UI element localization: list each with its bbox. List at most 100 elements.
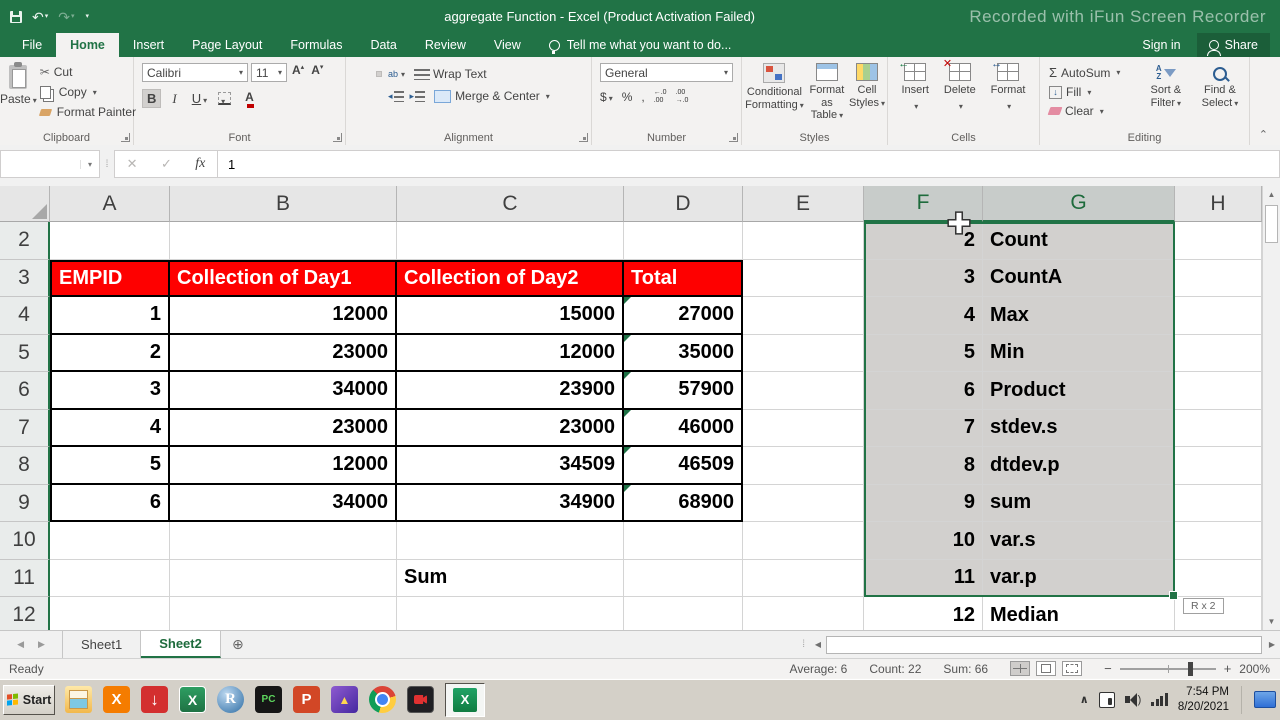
- cell-C4[interactable]: 15000: [397, 297, 624, 335]
- cell-G4[interactable]: Max: [983, 297, 1175, 335]
- cell-F8[interactable]: 8: [864, 447, 983, 485]
- row-header-10[interactable]: 10: [0, 522, 50, 560]
- number-format-combo[interactable]: General ▾: [600, 63, 733, 82]
- undo-icon[interactable]: ↶ ▾: [32, 10, 48, 24]
- column-header-D[interactable]: D: [624, 186, 743, 222]
- start-button[interactable]: Start: [3, 684, 55, 715]
- sheet-tab-sheet1[interactable]: Sheet1: [63, 631, 142, 658]
- grow-font-button[interactable]: A ▴: [290, 63, 306, 82]
- photo-app-icon[interactable]: ▲: [331, 686, 358, 713]
- cell-C2[interactable]: [397, 222, 624, 260]
- cell-E10[interactable]: [743, 522, 864, 560]
- column-header-H[interactable]: H: [1175, 186, 1262, 222]
- cell-F5[interactable]: 5: [864, 334, 983, 372]
- normal-view-button[interactable]: [1010, 661, 1031, 676]
- cell-G9[interactable]: sum: [983, 484, 1175, 522]
- cell-G7[interactable]: stdev.s: [983, 409, 1175, 447]
- cell-E8[interactable]: [743, 447, 864, 485]
- tab-review[interactable]: Review: [411, 33, 480, 57]
- cell-A11[interactable]: [50, 559, 170, 597]
- row-header-5[interactable]: 5: [0, 334, 50, 372]
- cell-F2[interactable]: 2: [864, 222, 983, 260]
- cell-A4[interactable]: 1: [50, 297, 170, 335]
- cell-B6[interactable]: 34000: [170, 372, 397, 410]
- cell-B9[interactable]: 34000: [170, 484, 397, 522]
- cell-F10[interactable]: 10: [864, 522, 983, 560]
- align-top-button[interactable]: [352, 71, 358, 77]
- hscroll-right-icon[interactable]: ▶: [1264, 640, 1280, 649]
- zoom-out-icon[interactable]: −: [1104, 661, 1112, 676]
- page-layout-view-button[interactable]: [1036, 661, 1057, 676]
- cell-C9[interactable]: 34900: [397, 484, 624, 522]
- customize-qat-icon[interactable]: ▾: [85, 13, 90, 20]
- column-header-G[interactable]: G: [983, 186, 1175, 222]
- cell-E12[interactable]: [743, 597, 864, 630]
- cell-H5[interactable]: [1175, 334, 1262, 372]
- row-header-8[interactable]: 8: [0, 447, 50, 485]
- alignment-dialog-launcher[interactable]: [579, 133, 588, 142]
- align-bottom-button[interactable]: [376, 71, 382, 77]
- cell-C3[interactable]: Collection of Day2: [397, 259, 624, 297]
- comma-style-button[interactable]: ,: [641, 90, 644, 104]
- bold-button[interactable]: [142, 89, 162, 108]
- increase-decimal-button[interactable]: ←.0.00: [654, 89, 667, 104]
- formula-bar-splitter[interactable]: ⁞: [100, 150, 114, 178]
- share-button[interactable]: Share: [1196, 33, 1270, 57]
- collapse-ribbon-icon[interactable]: ⌃: [1259, 128, 1280, 145]
- increase-indent-button[interactable]: ▸: [410, 90, 426, 102]
- cut-button[interactable]: Cut: [37, 64, 139, 80]
- cell-G11[interactable]: var.p: [983, 559, 1175, 597]
- cell-A12[interactable]: [50, 597, 170, 630]
- wrap-text-button[interactable]: Wrap Text: [411, 66, 490, 82]
- cell-H10[interactable]: [1175, 522, 1262, 560]
- cell-D12[interactable]: [624, 597, 743, 630]
- column-header-F[interactable]: F: [864, 186, 983, 222]
- cell-B3[interactable]: Collection of Day1: [170, 259, 397, 297]
- tab-data[interactable]: Data: [356, 33, 410, 57]
- cell-F9[interactable]: 9: [864, 484, 983, 522]
- borders-button[interactable]: [218, 92, 232, 105]
- vertical-scrollbar[interactable]: ▲ ▼: [1262, 186, 1280, 630]
- cell-D5[interactable]: 35000: [624, 334, 743, 372]
- cell-G10[interactable]: var.s: [983, 522, 1175, 560]
- clipboard-dialog-launcher[interactable]: [121, 133, 130, 142]
- cell-H4[interactable]: [1175, 297, 1262, 335]
- cell-B10[interactable]: [170, 522, 397, 560]
- align-middle-button[interactable]: [364, 71, 370, 77]
- row-header-11[interactable]: 11: [0, 559, 50, 597]
- xampp-icon[interactable]: X: [103, 686, 130, 713]
- hscroll-splitter[interactable]: ⁞: [797, 639, 810, 650]
- formula-input[interactable]: 1: [218, 150, 1280, 178]
- cell-H11[interactable]: [1175, 559, 1262, 597]
- hscroll-left-icon[interactable]: ◀: [810, 640, 826, 649]
- cell-D3[interactable]: Total: [624, 259, 743, 297]
- save-icon[interactable]: [10, 10, 22, 23]
- cell-C11[interactable]: Sum: [397, 559, 624, 597]
- zoom-thumb[interactable]: [1187, 661, 1193, 676]
- column-header-C[interactable]: C: [397, 186, 624, 222]
- cell-B5[interactable]: 23000: [170, 334, 397, 372]
- cell-B7[interactable]: 23000: [170, 409, 397, 447]
- cell-F12[interactable]: 12: [864, 597, 983, 630]
- align-right-button[interactable]: [376, 93, 382, 99]
- italic-button[interactable]: [168, 90, 180, 108]
- status-count[interactable]: Count: 22: [869, 662, 921, 676]
- cell-H3[interactable]: [1175, 259, 1262, 297]
- cell-B12[interactable]: [170, 597, 397, 630]
- cell-D11[interactable]: [624, 559, 743, 597]
- cell-A9[interactable]: 6: [50, 484, 170, 522]
- cell-G3[interactable]: CountA: [983, 259, 1175, 297]
- cell-D4[interactable]: 27000: [624, 297, 743, 335]
- horizontal-scrollbar[interactable]: ⁞ ◀ ▶: [797, 631, 1280, 658]
- row-header-12[interactable]: 12: [0, 597, 50, 630]
- merge-center-button[interactable]: Merge & Center: [431, 88, 553, 104]
- cell-A5[interactable]: 2: [50, 334, 170, 372]
- sheet-tab-sheet2[interactable]: Sheet2: [141, 631, 221, 658]
- cell-D7[interactable]: 46000: [624, 409, 743, 447]
- cell-G2[interactable]: Count: [983, 222, 1175, 260]
- cell-F11[interactable]: 11: [864, 559, 983, 597]
- cancel-icon[interactable]: ✕: [127, 156, 138, 172]
- cell-D10[interactable]: [624, 522, 743, 560]
- cell-C5[interactable]: 12000: [397, 334, 624, 372]
- cell-E4[interactable]: [743, 297, 864, 335]
